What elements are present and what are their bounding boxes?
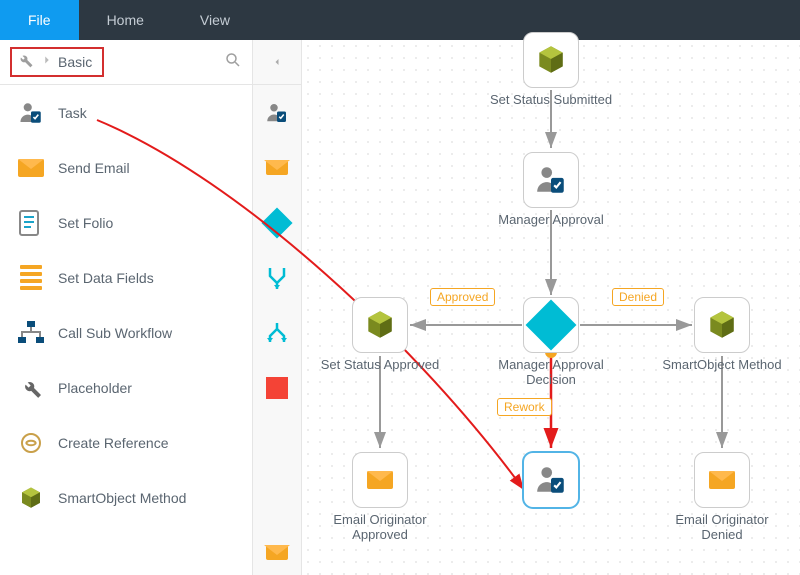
tool-set-data-fields[interactable]: Set Data Fields <box>0 250 252 305</box>
node-label: SmartObject Method <box>657 357 787 372</box>
mini-toolbar <box>252 40 302 575</box>
node-label: Manager Approval Decision <box>486 357 616 387</box>
mini-task-icon[interactable] <box>262 85 292 140</box>
menu-file[interactable]: File <box>0 0 79 40</box>
node-manager-approval-decision[interactable] <box>523 297 579 353</box>
task-icon <box>18 100 44 126</box>
folio-icon <box>18 210 44 236</box>
collapse-panel-button[interactable] <box>253 40 301 85</box>
tool-label: Set Data Fields <box>58 270 154 286</box>
envelope-icon <box>18 155 44 181</box>
wrench-icon <box>16 51 34 74</box>
mini-merge-icon[interactable] <box>262 250 292 305</box>
search-icon[interactable] <box>224 51 242 74</box>
tools-panel: Task Send Email Set Folio Set Data Field… <box>0 85 252 525</box>
node-new-task[interactable] <box>523 452 579 508</box>
mini-email-bottom-icon[interactable] <box>262 530 292 575</box>
workflow-icon <box>18 320 44 346</box>
menu-home[interactable]: Home <box>79 0 172 40</box>
tool-task[interactable]: Task <box>0 85 252 140</box>
mini-email-icon[interactable] <box>262 140 292 195</box>
node-set-status-submitted[interactable] <box>523 32 579 88</box>
envelope-icon <box>367 471 393 489</box>
edge-label-approved: Approved <box>430 288 495 306</box>
smartobject-icon <box>18 485 44 511</box>
node-label: Set Status Submitted <box>486 92 616 107</box>
edge-label-rework: Rework <box>497 398 552 416</box>
tool-call-sub-workflow[interactable]: Call Sub Workflow <box>0 305 252 360</box>
tool-label: SmartObject Method <box>58 490 186 506</box>
node-email-originator-approved[interactable] <box>352 452 408 508</box>
node-label: Set Status Approved <box>315 357 445 372</box>
breadcrumb-row: Basic <box>0 40 252 85</box>
reference-icon <box>18 430 44 456</box>
edge-label-denied: Denied <box>612 288 664 306</box>
menu-view[interactable]: View <box>172 0 258 40</box>
node-smartobject-method[interactable] <box>694 297 750 353</box>
tool-create-reference[interactable]: Create Reference <box>0 415 252 470</box>
menu-bar: File Home View <box>0 0 800 40</box>
node-label: Email Originator Denied <box>657 512 787 542</box>
node-manager-approval[interactable] <box>523 152 579 208</box>
tool-placeholder[interactable]: Placeholder <box>0 360 252 415</box>
tool-label: Placeholder <box>58 380 132 396</box>
tool-smartobject-method[interactable]: SmartObject Method <box>0 470 252 525</box>
mini-stop-icon[interactable] <box>262 360 292 415</box>
node-label: Manager Approval <box>486 212 616 227</box>
breadcrumb-category[interactable]: Basic <box>58 54 92 70</box>
node-email-originator-denied[interactable] <box>694 452 750 508</box>
tool-set-folio[interactable]: Set Folio <box>0 195 252 250</box>
tool-label: Set Folio <box>58 215 113 231</box>
tool-label: Send Email <box>58 160 130 176</box>
tool-label: Task <box>58 105 87 121</box>
tool-label: Create Reference <box>58 435 169 451</box>
workflow-canvas[interactable]: Set Status Submitted Manager Approval Ma… <box>302 40 800 575</box>
mini-split-icon[interactable] <box>262 305 292 360</box>
wrench-icon <box>18 375 44 401</box>
node-set-status-approved[interactable] <box>352 297 408 353</box>
chevron-right-icon <box>40 53 54 72</box>
breadcrumb-highlight: Basic <box>10 47 104 77</box>
data-fields-icon <box>18 265 44 291</box>
tool-label: Call Sub Workflow <box>58 325 172 341</box>
decision-icon <box>526 300 577 351</box>
node-label: Email Originator Approved <box>315 512 445 542</box>
envelope-icon <box>709 471 735 489</box>
